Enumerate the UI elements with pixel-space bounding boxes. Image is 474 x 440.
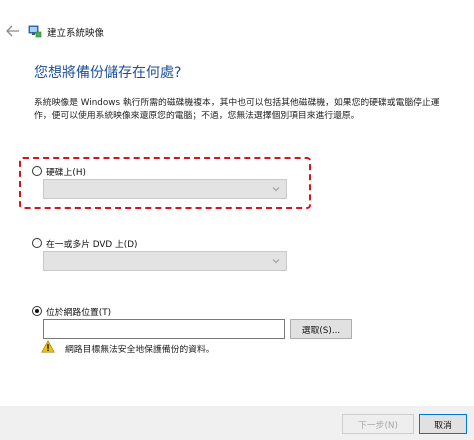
network-path-input[interactable] — [43, 319, 285, 339]
dvd-radio[interactable] — [32, 238, 42, 248]
network-radio[interactable] — [32, 306, 42, 316]
browse-button[interactable]: 選取(S)... — [290, 319, 352, 339]
dvd-dropdown[interactable] — [43, 251, 287, 271]
dvd-label[interactable]: 在一或多片 DVD 上(D) — [46, 237, 137, 250]
highlight-annotation — [19, 157, 311, 209]
warning-icon — [41, 340, 55, 353]
network-label[interactable]: 位於網路位置(T) — [46, 305, 111, 318]
page-heading: 您想將備份儲存在何處? — [34, 65, 182, 81]
backup-app-icon — [28, 25, 42, 38]
back-arrow-icon[interactable] — [5, 24, 21, 38]
warning-text: 網路目標無法安全地保護備份的資料。 — [65, 345, 215, 355]
window-title: 建立系統映像 — [47, 28, 105, 39]
cancel-button[interactable]: 取消 — [419, 414, 467, 434]
description-text: 系統映像是 Windows 執行所需的磁碟機複本，其中也可以包括其他磁碟機，如果… — [34, 98, 440, 121]
chevron-down-icon — [272, 259, 280, 264]
next-button[interactable]: 下一步(N) — [342, 414, 414, 434]
